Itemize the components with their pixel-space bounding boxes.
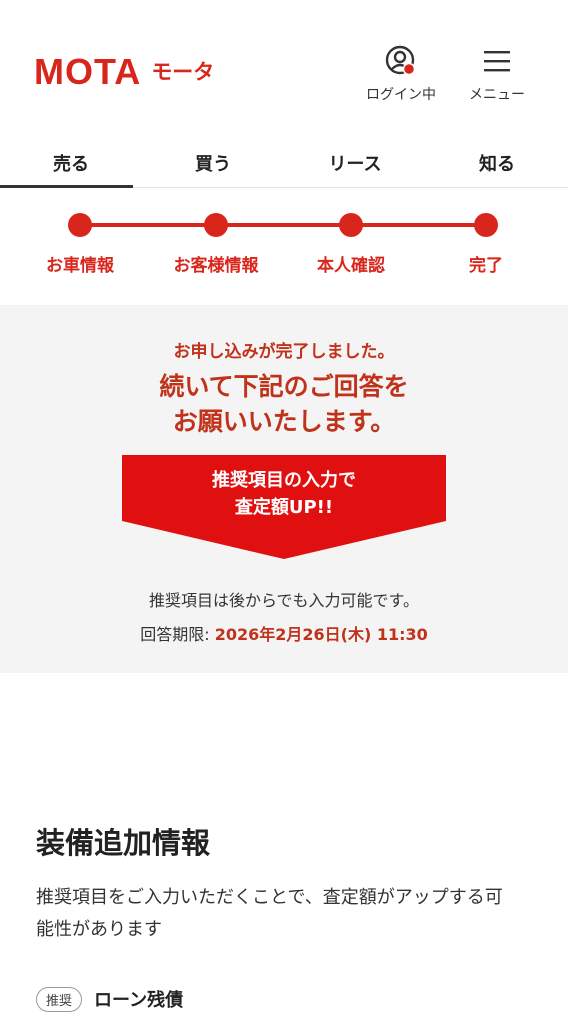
- deadline-value: 2026年2月26日(木) 11:30: [214, 625, 428, 644]
- price-up-banner: 推奨項目の入力で 査定額UP!!: [122, 455, 446, 559]
- login-status-label: ログイン中: [366, 87, 436, 103]
- banner-line2: 査定額UP!!: [234, 497, 334, 518]
- later-input-note: 推奨項目は後からでも入力可能です。: [149, 591, 419, 610]
- tab-sell[interactable]: 売る: [0, 138, 142, 188]
- mota-logo[interactable]: MOTA モータ: [34, 54, 214, 90]
- step-dot: [68, 213, 92, 237]
- step-complete: 完了: [426, 208, 546, 276]
- step-car-info: お車情報: [20, 208, 140, 276]
- step-label: お客様情報: [173, 256, 259, 276]
- menu-label: メニュー: [469, 87, 525, 103]
- main-tabs: 売る 買う リース 知る: [0, 138, 568, 188]
- completion-notice: お申し込みが完了しました。 続いて下記のご回答を お願いいたします。 推奨項目の…: [0, 305, 568, 673]
- loan-balance-row[interactable]: 推奨 ローン残債: [36, 986, 183, 1012]
- tab-learn[interactable]: 知る: [426, 138, 568, 187]
- step-label: 本人確認: [317, 256, 385, 276]
- user-status-icon: [385, 45, 416, 76]
- banner-text: 推奨項目の入力で 査定額UP!!: [122, 467, 446, 521]
- tab-lease[interactable]: リース: [284, 138, 426, 187]
- menu-button[interactable]: メニュー: [460, 44, 534, 104]
- completion-message: お申し込みが完了しました。: [173, 342, 395, 362]
- hamburger-menu-icon: [484, 51, 510, 72]
- step-dot: [339, 213, 363, 237]
- step-dot: [474, 213, 498, 237]
- step-label: 完了: [469, 256, 503, 276]
- site-header: MOTA モータ ログイン中 メニュー: [0, 0, 568, 130]
- section-description: 推奨項目をご入力いただくことで、査定額がアップする可能性があります: [36, 887, 503, 940]
- banner-line1: 推奨項目の入力で: [212, 470, 356, 491]
- deadline-label: 回答期限:: [140, 625, 215, 644]
- tab-buy[interactable]: 買う: [142, 138, 284, 187]
- step-dot: [204, 213, 228, 237]
- request-heading: 続いて下記のご回答を お願いいたします。: [0, 369, 568, 439]
- step-identity-check: 本人確認: [291, 208, 411, 276]
- login-status-button[interactable]: ログイン中: [358, 44, 444, 104]
- request-heading-line1: 続いて下記のご回答を: [159, 372, 409, 401]
- step-customer-info: お客様情報: [156, 208, 276, 276]
- request-heading-line2: お願いいたします。: [172, 407, 396, 436]
- logo-wordmark: MOTA: [34, 51, 142, 92]
- section-title: 装備追加情報: [36, 826, 211, 860]
- progress-stepper: お車情報 お客様情報 本人確認 完了: [0, 208, 568, 298]
- logo-kana: モータ: [151, 59, 215, 84]
- loan-balance-label: ローン残債: [94, 990, 184, 1011]
- step-label: お車情報: [46, 256, 114, 276]
- answer-deadline: 回答期限: 2026年2月26日(木) 11:30: [0, 621, 568, 645]
- recommended-badge: 推奨: [36, 986, 83, 1012]
